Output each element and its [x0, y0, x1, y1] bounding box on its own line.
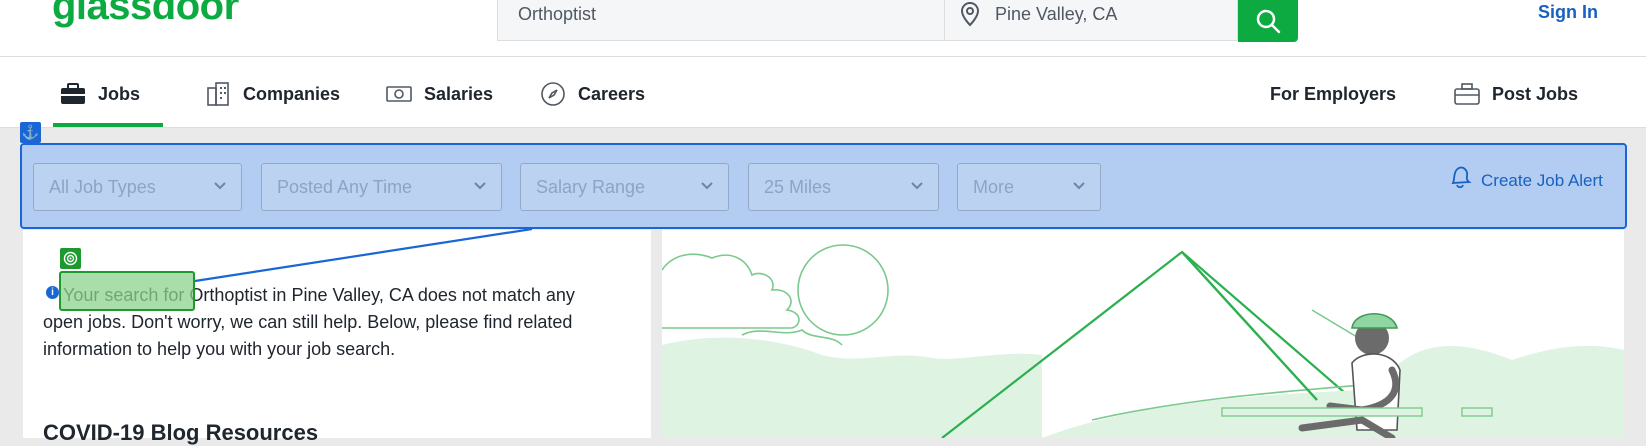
target-icon	[60, 248, 81, 269]
sign-in-link[interactable]: Sign In	[1538, 2, 1598, 23]
fishing-illustration	[662, 230, 1624, 438]
job-filters-bar: All Job Types Posted Any Time Salary Ran…	[20, 143, 1627, 229]
nav-item-for-employers[interactable]: For Employers	[1270, 77, 1396, 111]
location-search-value: Pine Valley, CA	[995, 4, 1118, 24]
nav-item-careers[interactable]: Careers	[540, 77, 645, 111]
illustration-svg	[662, 230, 1624, 438]
glassdoor-logo[interactable]: glassdoor	[52, 0, 239, 29]
compass-icon	[540, 81, 566, 107]
job-type-dropdown[interactable]: All Job Types	[33, 163, 242, 211]
more-filters-dropdown[interactable]: More	[957, 163, 1101, 211]
nav-item-jobs[interactable]: Jobs	[60, 77, 140, 111]
bell-icon	[1451, 166, 1472, 189]
building-icon	[205, 81, 231, 107]
nav-item-post-jobs[interactable]: Post Jobs	[1454, 77, 1578, 111]
nav-item-companies[interactable]: Companies	[205, 77, 340, 111]
search-button[interactable]	[1238, 0, 1298, 42]
money-icon	[386, 81, 412, 107]
section-title: COVID-19 Blog Resources	[43, 420, 319, 445]
nav-label-jobs: Jobs	[98, 83, 141, 104]
top-header: glassdoor Orthoptist Pine Valley, CA Sig…	[0, 0, 1646, 57]
distance-label: 25 Miles	[764, 177, 832, 197]
location-pin-icon	[960, 1, 980, 27]
keyword-search-input[interactable]: Orthoptist	[497, 0, 944, 41]
main-nav: Jobs Companies Salaries Careers For Empl…	[0, 57, 1646, 128]
nav-label-companies: Companies	[243, 83, 341, 104]
nav-label-post-jobs: Post Jobs	[1492, 83, 1579, 104]
distance-dropdown[interactable]: 25 Miles	[748, 163, 939, 211]
highlight-box	[59, 271, 195, 311]
nav-item-salaries[interactable]: Salaries	[386, 77, 493, 111]
posted-time-dropdown[interactable]: Posted Any Time	[261, 163, 502, 211]
chevron-down-icon	[474, 182, 486, 190]
search-icon	[1256, 9, 1281, 34]
more-filters-label: More	[973, 177, 1015, 197]
nav-label-careers: Careers	[578, 83, 646, 104]
active-tab-indicator	[53, 123, 163, 127]
salary-range-label: Salary Range	[536, 177, 646, 197]
anchor-icon: ⚓	[20, 122, 41, 143]
chevron-down-icon	[701, 182, 713, 190]
chevron-down-icon	[911, 182, 923, 190]
chevron-down-icon	[1073, 182, 1085, 190]
chevron-down-icon	[214, 182, 226, 190]
keyword-search-value: Orthoptist	[518, 4, 597, 24]
briefcase-icon	[60, 81, 86, 107]
create-job-alert-button[interactable]: Create Job Alert	[1447, 166, 1603, 191]
nav-label-for-employers: For Employers	[1270, 83, 1397, 104]
posted-time-label: Posted Any Time	[277, 177, 413, 197]
create-job-alert-label: Create Job Alert	[1481, 171, 1603, 190]
job-type-label: All Job Types	[49, 177, 156, 197]
salary-range-dropdown[interactable]: Salary Range	[520, 163, 729, 211]
location-search-input[interactable]: Pine Valley, CA	[944, 0, 1238, 41]
nav-label-salaries: Salaries	[424, 83, 494, 104]
post-jobs-icon	[1454, 81, 1480, 107]
